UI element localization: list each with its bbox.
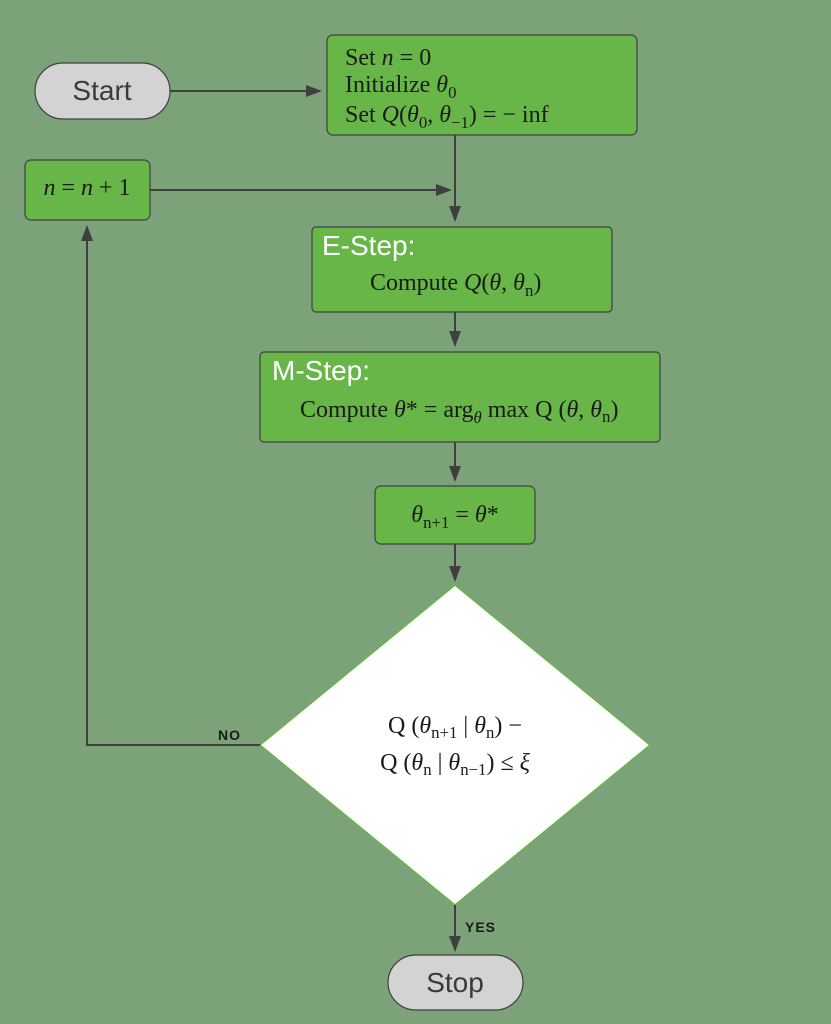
em-flowchart: Start Set n = 0 Initialize θ0 Set Q(θ0, … [0,0,831,1024]
mstep-title: M-Step: [272,355,370,386]
no-label: NO [218,727,241,743]
svg-text:Q (θn | θn−1) ≤ ξ: Q (θn | θn−1) ≤ ξ [380,750,531,779]
estep-title: E-Step: [322,230,415,261]
svg-text:Set n = 0: Set n = 0 [345,45,431,71]
svg-text:Compute θ* = argθ max Q (θ, θn: Compute θ* = argθ max Q (θ, θn) [300,397,618,427]
start-label: Start [72,75,131,106]
svg-text:Set Q(θ0, θ−1) = − inf: Set Q(θ0, θ−1) = − inf [345,102,549,132]
yes-label: YES [465,919,496,935]
svg-text:Compute Q(θ, θn): Compute Q(θ, θn) [370,270,541,300]
stop-node: Stop [388,955,523,1010]
svg-text:Initialize θ0: Initialize θ0 [345,72,456,102]
svg-text:n = n + 1: n = n + 1 [43,175,130,201]
start-node: Start [35,63,170,119]
stop-label: Stop [426,967,484,998]
